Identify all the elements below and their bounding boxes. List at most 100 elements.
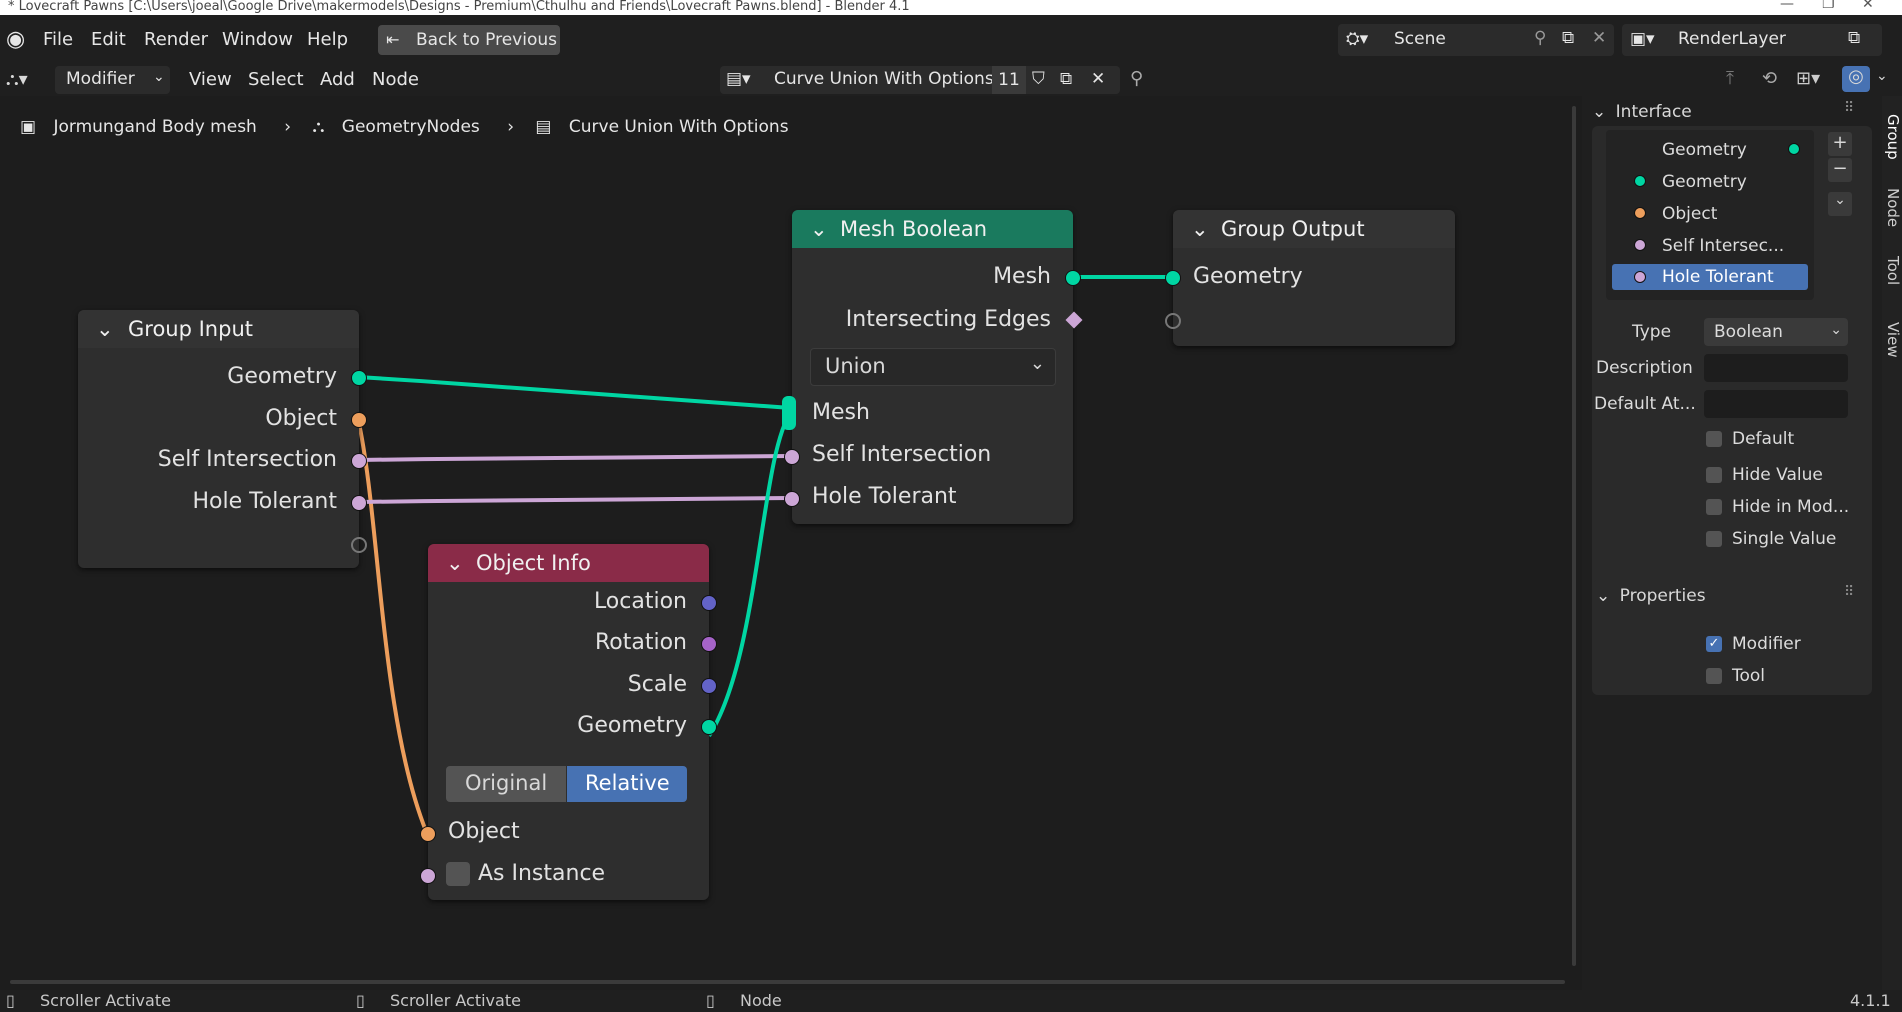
pin-icon[interactable]: ⚲ <box>1130 68 1143 89</box>
list-item[interactable]: Geometry <box>1662 140 1747 160</box>
tab-group[interactable]: Group <box>1882 114 1902 160</box>
group-output-header[interactable]: ⌄ Group Output <box>1173 210 1455 248</box>
chevron-down-icon[interactable]: ⌄ <box>1828 192 1852 216</box>
duplicate-icon[interactable]: ⧉ <box>1060 69 1072 89</box>
pin-icon[interactable]: ⚲ <box>1534 28 1546 48</box>
operation-dropdown[interactable]: Union ⌄ <box>810 348 1056 386</box>
tool-checkbox[interactable] <box>1706 668 1722 684</box>
self-intersection-input-socket[interactable] <box>784 449 800 465</box>
list-item[interactable]: Geometry <box>1662 172 1747 192</box>
mesh-input-socket[interactable] <box>782 396 796 430</box>
chevron-down-icon: ⌄ <box>1029 353 1045 374</box>
close-window-icon[interactable]: ✕ <box>1862 0 1874 11</box>
relative-toggle[interactable]: Relative <box>567 766 687 802</box>
object-output-socket[interactable] <box>351 412 367 428</box>
default-checkbox[interactable] <box>1706 431 1722 447</box>
location-output-socket[interactable] <box>701 595 717 611</box>
overlay-icon[interactable]: ◎ <box>1842 66 1870 92</box>
vertical-scrollbar[interactable] <box>1572 106 1576 966</box>
object-info-header[interactable]: ⌄ Object Info <box>428 544 709 582</box>
remove-icon[interactable]: − <box>1828 158 1852 182</box>
checkbox-label: Tool <box>1732 666 1766 686</box>
snap-icon[interactable]: ⟲ <box>1762 68 1777 89</box>
unlink-icon[interactable]: ✕ <box>1091 69 1105 89</box>
editor-mode-dropdown[interactable]: Modifier ⌄ <box>55 66 170 94</box>
menu-render[interactable]: Render <box>144 29 208 50</box>
checkbox-label: Hide in Mod... <box>1732 497 1850 517</box>
user-count[interactable]: 11 <box>992 66 1026 94</box>
interface-list[interactable]: Geometry Geometry Object Self Intersec..… <box>1606 130 1814 300</box>
list-item-selected[interactable]: Hole Tolerant <box>1612 264 1808 290</box>
mesh-boolean-node[interactable]: ⌄ Mesh Boolean Mesh Intersecting Edges U… <box>782 210 1083 524</box>
horizontal-scrollbar[interactable] <box>10 980 1565 984</box>
collapse-icon[interactable]: ⌄ <box>1191 210 1209 248</box>
minimize-icon[interactable]: — <box>1780 0 1794 11</box>
restore-icon[interactable]: ❐ <box>1822 0 1835 11</box>
mesh-output-socket[interactable] <box>1065 270 1081 286</box>
new-scene-icon[interactable]: ⧉ <box>1562 28 1574 48</box>
type-dropdown[interactable]: Boolean ⌄ <box>1704 318 1848 346</box>
drag-handle-icon[interactable]: ⠿ <box>1844 584 1854 600</box>
menu-add[interactable]: Add <box>320 69 355 90</box>
overlay-dropdown-icon[interactable]: ⌄ <box>1876 68 1888 84</box>
menu-file[interactable]: File <box>43 29 73 50</box>
collapse-icon[interactable]: ⌄ <box>810 210 828 248</box>
menu-view[interactable]: View <box>189 69 232 90</box>
default-attribute-field[interactable] <box>1704 390 1848 418</box>
collapse-icon[interactable]: ⌄ <box>446 544 464 582</box>
menu-window[interactable]: Window <box>222 29 293 50</box>
interface-panel-header[interactable]: ⌄ Interface <box>1592 102 1692 122</box>
parent-node-tree-icon[interactable]: ⤒ <box>1726 68 1734 89</box>
scale-output-socket[interactable] <box>701 678 717 694</box>
group-input-node[interactable]: ⌄ Group Input Geometry Object Self Inter… <box>78 310 367 568</box>
list-item[interactable]: Object <box>1662 204 1717 224</box>
as-instance-input-socket[interactable] <box>420 868 436 884</box>
drag-handle-icon[interactable]: ⠿ <box>1844 100 1854 116</box>
modifier-checkbox[interactable]: ✓ <box>1706 636 1722 652</box>
node-editor-canvas[interactable]: ▣ Jormungand Body mesh › ⛬ GeometryNodes… <box>0 96 1582 990</box>
editor-type-icon[interactable]: ⛬▾ <box>6 69 28 90</box>
list-item[interactable]: Self Intersec... <box>1662 236 1784 256</box>
blender-logo-icon[interactable]: ◉ <box>6 27 25 52</box>
render-layer-selector[interactable]: ▣▾ RenderLayer ⧉ <box>1622 24 1882 56</box>
menu-help[interactable]: Help <box>307 29 348 50</box>
hide-in-modifier-checkbox[interactable] <box>1706 499 1722 515</box>
socket-label: Object <box>448 819 520 844</box>
object-info-node[interactable]: ⌄ Object Info Location Rotation Scale Ge… <box>420 544 717 900</box>
group-output-node[interactable]: ⌄ Group Output Geometry <box>1165 210 1455 346</box>
scene-selector[interactable]: ⛭▾ Scene ⚲ ⧉ ✕ <box>1338 24 1614 56</box>
menu-edit[interactable]: Edit <box>91 29 126 50</box>
properties-panel-header[interactable]: ⌄ Properties <box>1596 586 1706 606</box>
remove-scene-icon[interactable]: ✕ <box>1592 28 1606 48</box>
empty-input-socket[interactable] <box>1165 313 1181 329</box>
original-toggle[interactable]: Original <box>446 766 566 802</box>
single-value-checkbox[interactable] <box>1706 531 1722 547</box>
new-layer-icon[interactable]: ⧉ <box>1848 28 1860 48</box>
geometry-output-socket[interactable] <box>701 719 717 735</box>
object-input-socket[interactable] <box>420 826 436 842</box>
mesh-boolean-header[interactable]: ⌄ Mesh Boolean <box>792 210 1073 248</box>
back-to-previous-button[interactable]: ⇤ Back to Previous <box>378 25 560 55</box>
self-intersection-output-socket[interactable] <box>351 453 367 469</box>
scene-icon: ⛭▾ <box>1346 29 1369 49</box>
menu-node[interactable]: Node <box>372 69 419 90</box>
tab-view[interactable]: View <box>1882 322 1902 358</box>
as-instance-checkbox[interactable] <box>446 862 470 886</box>
snapping-options-icon[interactable]: ⊞▾ <box>1796 68 1820 89</box>
geometry-input-socket[interactable] <box>1165 270 1181 286</box>
node-tree-selector[interactable]: ▤▾ Curve Union With Options 11 ⛉ ⧉ ✕ <box>720 66 1120 94</box>
add-icon[interactable]: + <box>1828 132 1852 156</box>
geometry-output-socket[interactable] <box>351 370 367 386</box>
fake-user-icon[interactable]: ⛉ <box>1032 69 1045 89</box>
rotation-output-socket[interactable] <box>701 636 717 652</box>
group-input-header[interactable]: ⌄ Group Input <box>78 310 359 348</box>
menu-select[interactable]: Select <box>248 69 304 90</box>
tab-tool[interactable]: Tool <box>1882 256 1902 285</box>
description-field[interactable] <box>1704 354 1848 382</box>
collapse-icon[interactable]: ⌄ <box>96 310 114 348</box>
hide-value-checkbox[interactable] <box>1706 467 1722 483</box>
hole-tolerant-output-socket[interactable] <box>351 495 367 511</box>
empty-output-socket[interactable] <box>351 537 367 553</box>
hole-tolerant-input-socket[interactable] <box>784 491 800 507</box>
tab-node[interactable]: Node <box>1882 188 1902 227</box>
